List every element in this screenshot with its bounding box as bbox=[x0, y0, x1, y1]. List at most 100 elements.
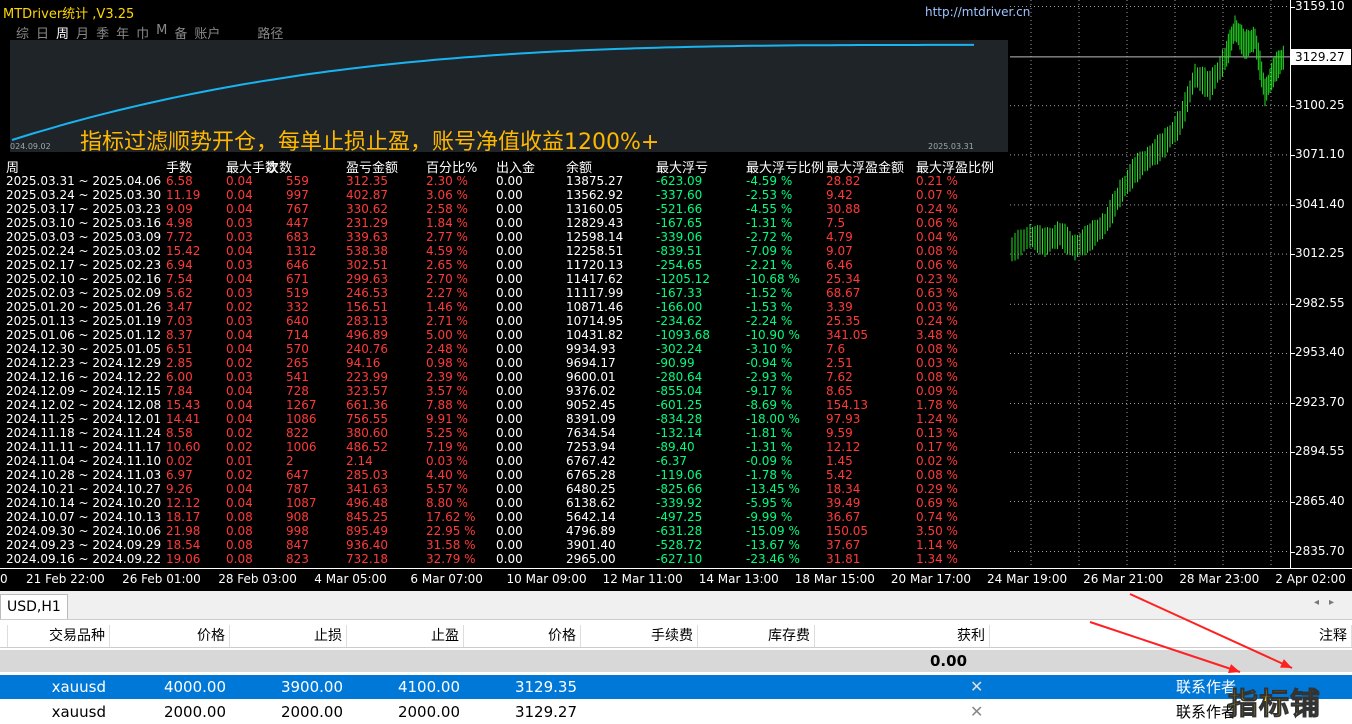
table-cell: 2.51 bbox=[826, 356, 853, 370]
table-cell: 7.03 bbox=[166, 314, 193, 328]
table-cell: 0.02 bbox=[226, 300, 253, 314]
table-cell: 302.51 bbox=[346, 258, 388, 272]
table-cell: -234.62 bbox=[656, 314, 703, 328]
table-cell: 12.12 bbox=[826, 440, 861, 454]
table-cell: 11417.62 bbox=[566, 272, 624, 286]
table-cell: 7634.54 bbox=[566, 426, 616, 440]
table-cell: 341.05 bbox=[826, 328, 868, 342]
table-cell: 12598.14 bbox=[566, 230, 624, 244]
table-cell: -1093.68 bbox=[656, 328, 710, 342]
table-cell: 2025.01.13 ~ 2025.01.19 bbox=[6, 314, 162, 328]
table-cell: 3.57 % bbox=[426, 384, 468, 398]
table-cell: 0.08 % bbox=[916, 370, 958, 384]
column-header[interactable]: 止盈 bbox=[347, 625, 464, 647]
table-cell: -1205.12 bbox=[656, 272, 710, 286]
time-label: 10 Mar 09:00 bbox=[506, 572, 587, 586]
column-header[interactable]: 交易品种 bbox=[0, 625, 110, 647]
table-cell: 2024.09.30 ~ 2024.10.06 bbox=[6, 524, 162, 538]
panel-url-link[interactable]: http://mtdriver.cn bbox=[925, 5, 1030, 19]
table-cell: 323.57 bbox=[346, 384, 388, 398]
table-cell: -337.60 bbox=[656, 188, 703, 202]
table-cell: 18.17 bbox=[166, 510, 201, 524]
time-label: 0 bbox=[0, 572, 8, 586]
table-cell: 15.43 bbox=[166, 398, 201, 412]
table-cell: 25.35 bbox=[826, 314, 861, 328]
column-header[interactable]: 价格 bbox=[464, 625, 581, 647]
close-order-icon[interactable]: ✕ bbox=[970, 677, 983, 696]
table-cell: 0.02 % bbox=[916, 454, 958, 468]
column-header[interactable]: 止损 bbox=[230, 625, 347, 647]
table-cell: 30.88 bbox=[826, 202, 861, 216]
summary-profit: 0.00 bbox=[930, 652, 968, 670]
price-tick bbox=[1291, 403, 1295, 405]
table-cell: 12829.43 bbox=[566, 216, 624, 230]
table-cell: 0.00 bbox=[496, 412, 523, 426]
table-cell: -167.33 bbox=[656, 286, 703, 300]
table-cell: 538.38 bbox=[346, 244, 388, 258]
table-cell: -90.99 bbox=[656, 356, 695, 370]
close-order-icon[interactable]: ✕ bbox=[970, 702, 983, 721]
table-cell: 0.13 % bbox=[916, 426, 958, 440]
order-sl: 3900.00 bbox=[280, 678, 343, 696]
column-header[interactable]: 手续费 bbox=[581, 625, 698, 647]
table-cell: 6138.62 bbox=[566, 496, 616, 510]
table-cell: 2024.11.04 ~ 2024.11.10 bbox=[6, 454, 162, 468]
table-cell: 0.08 bbox=[226, 538, 253, 552]
table-cell: 0.00 bbox=[496, 370, 523, 384]
table-cell: 13562.92 bbox=[566, 188, 624, 202]
table-cell: 0.00 bbox=[496, 286, 523, 300]
table-cell: 0.23 % bbox=[916, 272, 958, 286]
price-label: 3012.25 bbox=[1295, 246, 1345, 261]
terminal-summary-row: 0.00 bbox=[0, 650, 1352, 672]
order-row[interactable]: xauusd 2000.00 2000.00 2000.00 3129.27 ✕ 联系作者 bbox=[0, 700, 1352, 724]
time-label: 26 Feb 01:00 bbox=[122, 572, 201, 586]
table-cell: 2025.02.24 ~ 2025.03.02 bbox=[6, 244, 162, 258]
headline-text: 指标过滤顺势开仓，每单止损止盈，账号净值收益1200%+ bbox=[80, 130, 660, 155]
table-cell: -8.69 % bbox=[746, 398, 793, 412]
price-tick bbox=[1291, 304, 1295, 306]
table-cell: 17.62 % bbox=[426, 510, 476, 524]
table-cell: 28.82 bbox=[826, 174, 861, 188]
table-cell: 0.04 bbox=[226, 244, 253, 258]
chart-tab-usd-h1[interactable]: USD,H1 bbox=[0, 594, 68, 619]
table-cell: 4.59 % bbox=[426, 244, 468, 258]
table-cell: 36.67 bbox=[826, 510, 861, 524]
table-cell: 0.04 bbox=[226, 188, 253, 202]
table-cell: -497.25 bbox=[656, 510, 703, 524]
table-cell: 0.08 bbox=[226, 524, 253, 538]
table-cell: 9.07 bbox=[826, 244, 853, 258]
table-cell: 0.04 bbox=[226, 398, 253, 412]
price-axis: 3159.10 3100.25 3071.10 3041.40 3012.25 2982.… bbox=[1290, 0, 1352, 568]
table-cell: 0.00 bbox=[496, 468, 523, 482]
table-cell: 714 bbox=[286, 328, 309, 342]
current-price-label: 3129.27 bbox=[1291, 48, 1351, 65]
tab-scroll-arrows-icon[interactable]: ◂▸ bbox=[1314, 597, 1344, 608]
table-cell: 2024.10.21 ~ 2024.10.27 bbox=[6, 482, 162, 496]
table-cell: 0.03 % bbox=[916, 300, 958, 314]
table-cell: 2025.02.03 ~ 2025.02.09 bbox=[6, 286, 162, 300]
table-cell: 0.00 bbox=[496, 188, 523, 202]
time-label: 4 Mar 05:00 bbox=[314, 572, 387, 586]
column-header[interactable]: 价格 bbox=[110, 625, 230, 647]
table-cell: -167.65 bbox=[656, 216, 703, 230]
price-label: 3159.10 bbox=[1295, 0, 1345, 13]
panel-title: MTDriver统计 ,V3.25 bbox=[3, 7, 135, 22]
table-cell: 265 bbox=[286, 356, 309, 370]
table-cell: -1.31 % bbox=[746, 216, 793, 230]
table-cell: -254.65 bbox=[656, 258, 703, 272]
table-cell: 0.04 bbox=[226, 272, 253, 286]
table-row: 2024.09.30 ~ 2024.10.06 21.98 0.08 998 895.4… bbox=[0, 524, 1010, 538]
table-cell: 13875.27 bbox=[566, 174, 624, 188]
table-cell: 0.29 % bbox=[916, 482, 958, 496]
table-cell: 2.58 % bbox=[426, 202, 468, 216]
column-header[interactable]: 注释 bbox=[990, 625, 1352, 647]
order-row[interactable]: xauusd 4000.00 3900.00 4100.00 3129.35 ✕ 联系作者 bbox=[0, 675, 1352, 699]
column-header[interactable]: 获利 bbox=[815, 625, 990, 647]
table-row: 2025.01.06 ~ 2025.01.12 8.37 0.04 714 496.89… bbox=[0, 328, 1010, 342]
table-cell: 8.37 bbox=[166, 328, 193, 342]
column-header[interactable]: 库存费 bbox=[698, 625, 815, 647]
table-cell: -2.21 % bbox=[746, 258, 793, 272]
table-cell: 9.42 bbox=[826, 188, 853, 202]
table-cell: 19.06 bbox=[166, 552, 201, 566]
table-cell: 3.39 bbox=[826, 300, 853, 314]
